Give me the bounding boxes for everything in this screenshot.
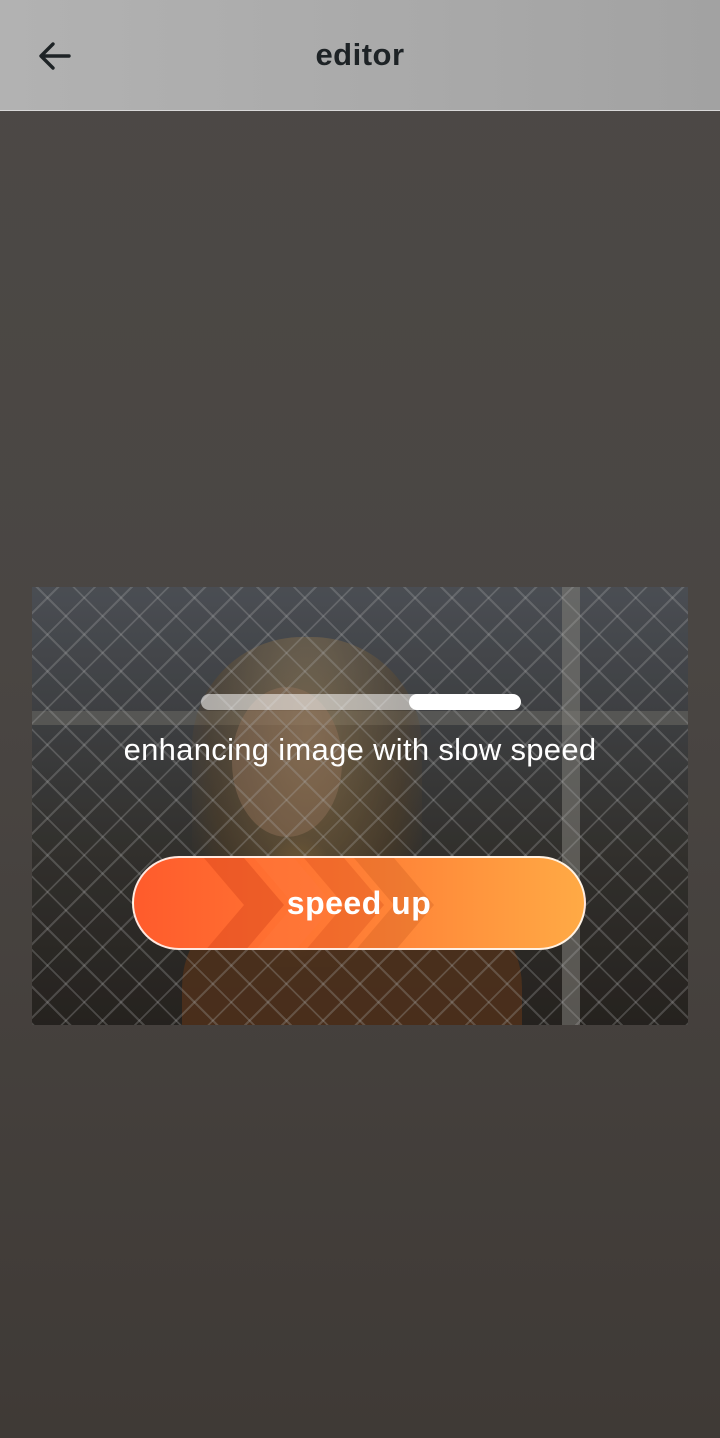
top-app-bar: editor	[0, 0, 720, 111]
photo-dim-overlay	[32, 587, 688, 1025]
status-text: enhancing image with slow speed	[123, 732, 597, 767]
progress-bar-fill	[409, 694, 521, 710]
speed-up-label: speed up	[286, 884, 432, 921]
progress-bar	[201, 694, 521, 710]
page-title: editor	[315, 37, 405, 72]
editor-screen: editor enhancing image with slow speed s…	[0, 0, 720, 1438]
photo-preview: enhancing image with slow speed speed up	[32, 587, 688, 1025]
speed-up-button[interactable]: speed up	[132, 856, 586, 950]
